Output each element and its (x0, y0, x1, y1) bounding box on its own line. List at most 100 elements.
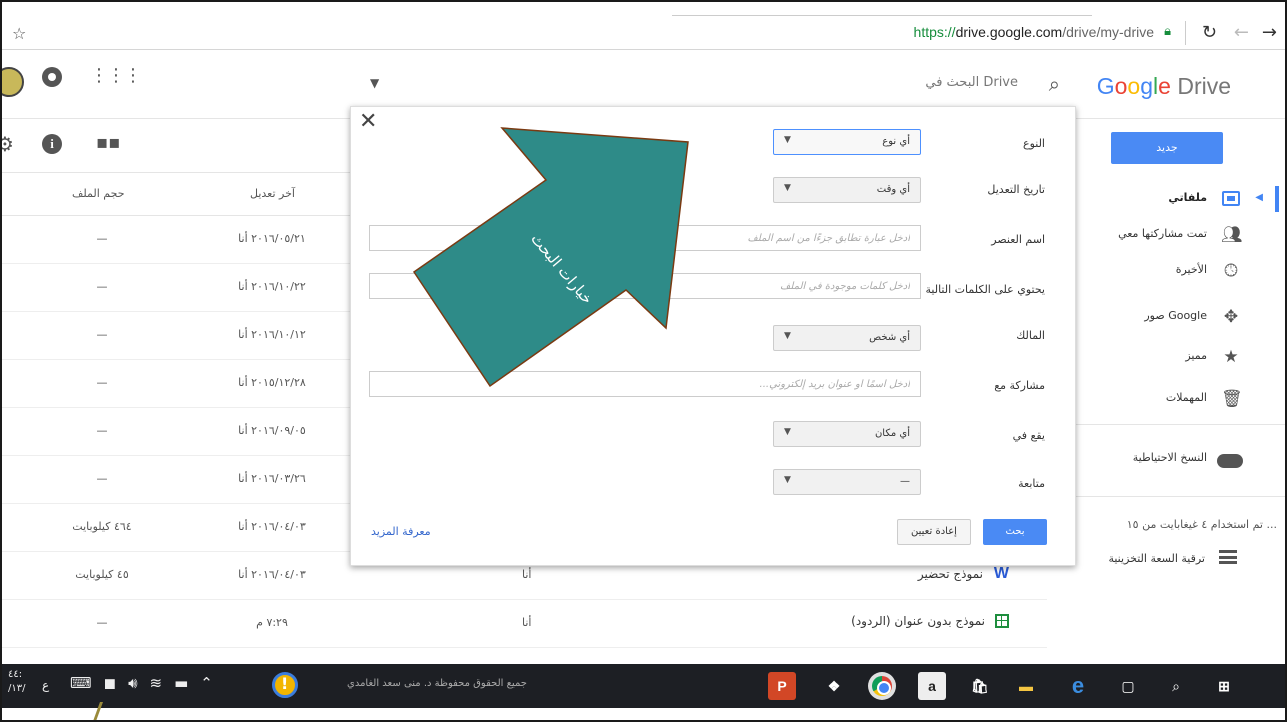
avatar[interactable] (2, 67, 24, 97)
search-icon[interactable]: ⌕ (1049, 72, 1060, 96)
owner-select[interactable]: ▼ أي شخص (773, 325, 921, 351)
search-options-dropdown-icon[interactable]: ▼ (370, 76, 379, 90)
table-row[interactable]: — ٧:٢٩ م أنا نموذج بدون عنوان (الردود) (2, 600, 1049, 648)
field-label-location: يقع في (1012, 429, 1045, 442)
decorative-stroke (91, 702, 141, 720)
file-name-cell[interactable]: نموذج بدون عنوان (الردود) (851, 614, 1009, 628)
notifications-icon[interactable] (42, 67, 62, 87)
type-select[interactable]: ▼ أي نوع (773, 129, 921, 155)
file-modified: ٧:٢٩ م (256, 616, 288, 629)
reload-icon[interactable]: ↻ (1202, 22, 1217, 43)
store-icon[interactable]: 🛍︎ (966, 672, 994, 700)
url-path: /drive/my-drive (1062, 24, 1154, 40)
forward-arrow-icon[interactable]: → (1262, 22, 1277, 43)
column-header-modified[interactable]: آخر تعديل (250, 187, 295, 200)
reset-button[interactable]: إعادة تعيين (897, 519, 971, 545)
file-modified: ٢٠١٦/٠٩/٠٥ أنا (238, 424, 306, 437)
field-label-shared-with: مشاركة مع (994, 379, 1045, 392)
search-button[interactable]: بحث (983, 519, 1047, 545)
chevron-down-icon: ▼ (784, 135, 791, 145)
powerpoint-icon[interactable]: P (768, 672, 796, 700)
storage-usage: تم استخدام ٤ غيغابايت من ١٥ ... (1126, 518, 1277, 531)
active-indicator (1275, 186, 1279, 212)
file-name-cell[interactable]: W نموذج تحضير (918, 566, 1009, 582)
follow-up-select[interactable]: ▼ — (773, 469, 921, 495)
search-icon[interactable]: ⌕ (1162, 672, 1190, 700)
url-text[interactable]: https://drive.google.com/drive/my-drive (914, 24, 1154, 40)
view-toolbar: ⚙ i ▪▪ (2, 122, 342, 172)
people-icon: 👥︎ (1221, 225, 1243, 245)
warning-shield-icon[interactable] (272, 672, 298, 698)
chevron-down-icon: ▼ (784, 427, 791, 437)
tab-strip (672, 2, 1092, 16)
file-explorer-icon[interactable]: ▬ (1012, 672, 1040, 700)
system-tray-icons[interactable]: ⌨◼🔊︎≋▬⌃ (70, 674, 225, 692)
edge-icon[interactable]: e (1064, 672, 1092, 700)
logo-drive: Drive (1177, 73, 1231, 99)
file-modified: ٢٠١٦/٠٣/٢٦ أنا (238, 472, 306, 485)
upgrade-label: ترقية السعة التخزينية (1108, 552, 1205, 565)
star-icon[interactable]: ☆ (12, 24, 26, 43)
chevron-down-icon: ▼ (784, 475, 791, 485)
file-modified: ٢٠١٦/١٠/٢٢ أنا (238, 280, 306, 293)
sidebar-item-shared[interactable]: 👥︎ تمت مشاركتها معي (1047, 218, 1285, 252)
file-size: — (96, 280, 108, 293)
file-size: — (96, 472, 108, 485)
sidebar-item-label: مميز (1185, 349, 1207, 362)
grid-view-icon[interactable]: ▪▪ (96, 132, 120, 153)
trash-icon: 🗑︎ (1221, 389, 1243, 409)
sidebar-item-trash[interactable]: 🗑︎ المهملات (1047, 382, 1285, 416)
file-owner: أنا (522, 616, 532, 629)
select-value: أي مكان (874, 428, 910, 439)
sidebar-item-label: المهملات (1165, 391, 1207, 404)
sidebar-item-recent[interactable]: 🕓︎ الأخيرة (1047, 254, 1285, 288)
search-box[interactable]: ▼ البحث في Drive ⌕ (350, 63, 1076, 107)
file-size: — (96, 616, 108, 629)
sheets-icon (995, 614, 1009, 628)
select-value: أي وقت (876, 184, 910, 195)
select-value: أي نوع (882, 136, 910, 147)
logo-google: Google (1096, 73, 1171, 99)
file-modified: ٢٠١٦/١٠/١٢ أنا (238, 328, 306, 341)
browser-address-bar[interactable]: ☆ https://drive.google.com/drive/my-driv… (2, 16, 1285, 50)
task-view-icon[interactable]: ▢ (1114, 672, 1142, 700)
caret-left-icon[interactable]: ◀ (1255, 192, 1263, 203)
info-icon[interactable]: i (42, 134, 62, 154)
amazon-icon[interactable]: a (918, 672, 946, 700)
sidebar-item-label: الأخيرة (1175, 263, 1207, 276)
chrome-icon[interactable] (868, 672, 896, 700)
upgrade-storage-link[interactable]: ترقية السعة التخزينية (1047, 544, 1285, 574)
column-header-size[interactable]: حجم الملف (72, 187, 125, 200)
my-drive-icon (1221, 189, 1241, 209)
sidebar-item-backups[interactable]: النسخ الاحتياطية (1047, 442, 1285, 476)
clock-readout[interactable]: ٤٤: /١٣/ (8, 668, 26, 696)
dropbox-icon[interactable]: ❖ (820, 672, 848, 700)
search-placeholder: البحث في Drive (925, 75, 1018, 90)
new-button[interactable]: جديد (1111, 132, 1223, 164)
location-select[interactable]: ▼ أي مكان (773, 421, 921, 447)
field-label-type: النوع (1023, 137, 1045, 150)
sidebar-item-starred[interactable]: ★ مميز (1047, 340, 1285, 374)
close-icon[interactable]: ✕ (359, 109, 377, 134)
back-arrow-icon[interactable]: ← (1234, 22, 1249, 43)
screen: ☆ https://drive.google.com/drive/my-driv… (0, 0, 1287, 722)
learn-more-link[interactable]: معرفة المزيد (371, 525, 431, 538)
sidebar-item-my-drive[interactable]: ◀ ملفاتي (1047, 182, 1285, 216)
settings-gear-icon[interactable]: ⚙ (2, 132, 14, 156)
file-modified: ٢٠١٥/١٢/٢٨ أنا (238, 376, 306, 389)
sidebar: جديد ◀ ملفاتي 👥︎ تمت مشاركتها معي 🕓︎ الأ… (1047, 120, 1285, 666)
apps-grid-icon[interactable]: ⋮⋮⋮ (90, 65, 142, 86)
star-icon: ★ (1223, 347, 1239, 367)
input-language[interactable]: ع (42, 678, 49, 692)
start-icon[interactable]: ⊞ (1210, 672, 1238, 700)
sidebar-item-label: تمت مشاركتها معي (1118, 227, 1207, 240)
clock-date: /١٣/ (8, 683, 26, 694)
drive-logo[interactable]: Google Drive (1097, 73, 1231, 100)
divider (1047, 424, 1285, 425)
sidebar-item-photos[interactable]: ✥ صور Google (1047, 300, 1285, 334)
file-modified: ٢٠١٦/٠٥/٢١ أنا (238, 232, 306, 245)
cloud-icon (1217, 454, 1243, 468)
field-label-contains-words: يحتوي على الكلمات التالية (925, 283, 1045, 296)
word-doc-icon: W (993, 565, 1009, 582)
modified-date-select[interactable]: ▼ أي وقت (773, 177, 921, 203)
